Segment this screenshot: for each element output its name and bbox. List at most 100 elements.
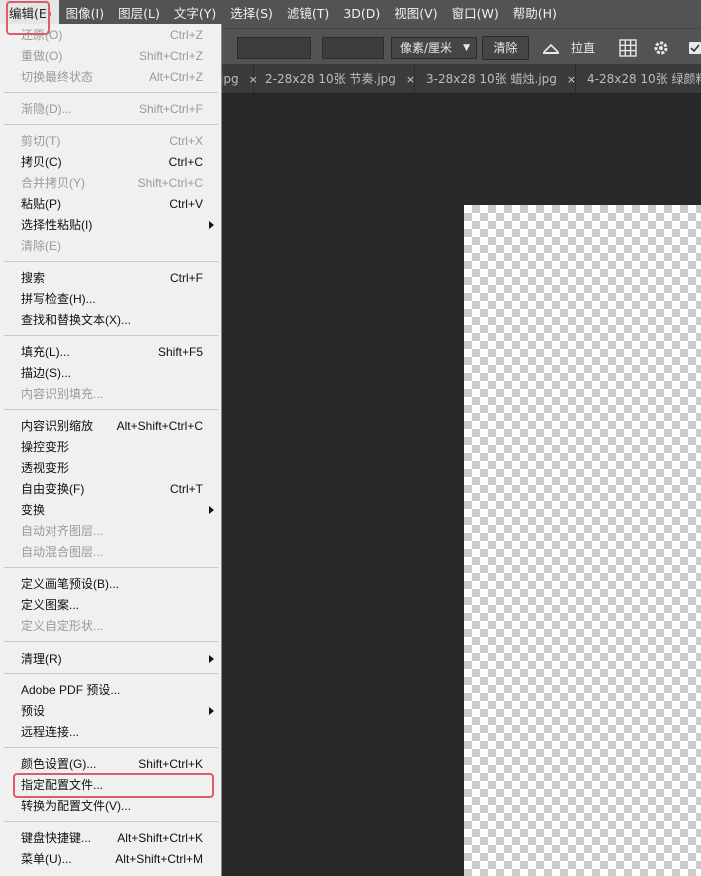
menu-item-shortcut: Ctrl+T: [170, 482, 203, 496]
menu-item-label: 操控变形: [21, 440, 70, 454]
menu-item[interactable]: 自由变换(F) Ctrl+T: [0, 479, 222, 500]
menu-item[interactable]: 颜色设置(G)... Shift+Ctrl+K: [0, 754, 222, 775]
menu-item-shortcut: Ctrl+Z: [170, 28, 203, 42]
menu-item[interactable]: 内容识别缩放 Alt+Shift+Ctrl+C: [0, 416, 222, 437]
menu-separator: [4, 261, 218, 262]
menu-item-shortcut: Shift+Ctrl+F: [138, 102, 203, 116]
menu-item: 重做(O) Shift+Ctrl+Z: [0, 46, 222, 67]
menu-item[interactable]: 远程连接...: [0, 722, 222, 743]
document-canvas[interactable]: [464, 205, 701, 876]
menu-item-label: 定义画笔预设(B)...: [21, 577, 119, 591]
menu-item-label: 填充(L)...: [21, 345, 70, 359]
menu-item-label: 搜索: [21, 271, 46, 285]
gear-icon[interactable]: [650, 37, 672, 59]
menu-item-label: 内容识别填充...: [21, 387, 104, 401]
menu-item[interactable]: 描边(S)...: [0, 363, 222, 384]
menu-item: 清除(E): [0, 236, 222, 257]
menu-item[interactable]: 指定配置文件...: [0, 775, 222, 796]
checkbox-icon[interactable]: [688, 37, 701, 59]
menu-item[interactable]: 搜索 Ctrl+F: [0, 268, 222, 289]
menu-help[interactable]: 帮助(H): [506, 0, 564, 28]
menu-item[interactable]: 预设: [0, 701, 222, 722]
menu-view[interactable]: 视图(V): [387, 0, 444, 28]
menu-3d[interactable]: 3D(D): [336, 0, 387, 28]
menu-window[interactable]: 窗口(W): [445, 0, 506, 28]
close-icon[interactable]: ×: [567, 73, 576, 86]
menu-item-label: 查找和替换文本(X)...: [21, 313, 131, 327]
menu-item-shortcut: Shift+F5: [157, 345, 203, 359]
unit-select-value: 像素/厘米: [400, 41, 453, 55]
menu-item-label: 渐隐(D)...: [21, 102, 72, 116]
straighten-label: 拉直: [571, 41, 596, 55]
menu-item[interactable]: 变换: [0, 500, 222, 521]
menu-item-label: 菜单(U)...: [21, 852, 72, 866]
menu-item-label: 拷贝(C): [21, 155, 62, 169]
menu-item[interactable]: 拼写检查(H)...: [0, 289, 222, 310]
width-input[interactable]: [237, 37, 311, 59]
menu-item-label: 转换为配置文件(V)...: [21, 799, 131, 813]
menu-select[interactable]: 选择(S): [223, 0, 280, 28]
menu-item-shortcut: Ctrl+C: [168, 155, 203, 169]
menu-item-label: 合并拷贝(Y): [21, 176, 85, 190]
menu-item-shortcut: Alt+Shift+Ctrl+C: [116, 419, 203, 433]
menu-item-shortcut: Shift+Ctrl+Z: [138, 49, 203, 63]
menu-item-label: 自动对齐图层...: [21, 524, 104, 538]
height-input[interactable]: [322, 37, 384, 59]
menu-item-label: 定义自定形状...: [21, 619, 104, 633]
tab-label: 3-28x28 10张 蜡烛.jpg: [426, 72, 557, 86]
menu-item-label: 键盘快捷键...: [21, 831, 92, 845]
close-icon[interactable]: ×: [406, 73, 415, 86]
menu-item-label: 清除(E): [21, 239, 61, 253]
menu-item[interactable]: 透视变形: [0, 458, 222, 479]
submenu-arrow-icon: [209, 707, 214, 715]
menu-item-shortcut: Shift+Ctrl+C: [137, 176, 203, 190]
menu-item[interactable]: 清理(R): [0, 649, 222, 670]
unit-select[interactable]: 像素/厘米 ▼: [391, 37, 477, 59]
menu-item[interactable]: 菜单(U)... Alt+Shift+Ctrl+M: [0, 849, 222, 870]
menu-item[interactable]: 拷贝(C) Ctrl+C: [0, 152, 222, 173]
menu-item-label: 远程连接...: [21, 725, 80, 739]
menu-item-shortcut: Ctrl+V: [169, 197, 203, 211]
menu-item[interactable]: 键盘快捷键... Alt+Shift+Ctrl+K: [0, 828, 222, 849]
menu-item-label: 切换最终状态: [21, 70, 94, 84]
submenu-arrow-icon: [209, 655, 214, 663]
tab-label: 4-28x28 10张 绿颜料: [587, 72, 701, 86]
menu-item: 定义自定形状...: [0, 616, 222, 637]
grid-icon[interactable]: [617, 37, 639, 59]
edit-menu-dropdown: 还原(O) Ctrl+Z 重做(O) Shift+Ctrl+Z 切换最终状态 Alt+Ct…: [0, 24, 222, 876]
clear-button[interactable]: 清除: [482, 36, 529, 60]
menu-item-label: 还原(O): [21, 28, 63, 42]
menu-item[interactable]: 选择性粘贴(I): [0, 215, 222, 236]
menu-item[interactable]: 粘贴(P) Ctrl+V: [0, 194, 222, 215]
menu-item[interactable]: 操控变形: [0, 437, 222, 458]
menu-item-label: 颜色设置(G)...: [21, 757, 97, 771]
menu-item-label: 粘贴(P): [21, 197, 61, 211]
menu-item[interactable]: 定义图案...: [0, 595, 222, 616]
menu-item[interactable]: 定义画笔预设(B)...: [0, 574, 222, 595]
menu-item-shortcut: Ctrl+F: [170, 271, 203, 285]
menu-item-label: 自动混合图层...: [21, 545, 104, 559]
menu-item-label: 透视变形: [21, 461, 70, 475]
menu-separator: [4, 124, 218, 125]
menu-item-shortcut: Alt+Ctrl+Z: [148, 70, 203, 84]
menu-filter[interactable]: 滤镜(T): [280, 0, 336, 28]
menu-item: 自动混合图层...: [0, 542, 222, 563]
tab-label: jpg: [220, 72, 239, 86]
menu-separator: [4, 821, 218, 822]
menu-item-label: 内容识别缩放: [21, 419, 94, 433]
tab-doc-4[interactable]: 4-28x28 10张 绿颜料: [577, 64, 701, 94]
tab-doc-2[interactable]: 2-28x28 10张 节奏.jpg ×: [255, 64, 415, 94]
chevron-down-icon: ▼: [463, 43, 470, 53]
menu-item[interactable]: 转换为配置文件(V)...: [0, 796, 222, 817]
straighten-icon[interactable]: [540, 37, 562, 59]
menu-item-label: 指定配置文件...: [21, 778, 104, 792]
menu-item-label: 清理(R): [21, 652, 62, 666]
menu-item-label: 重做(O): [21, 49, 63, 63]
menu-item-shortcut: Alt+Shift+Ctrl+M: [115, 852, 203, 866]
menu-item[interactable]: 填充(L)... Shift+F5: [0, 342, 222, 363]
menu-item: 还原(O) Ctrl+Z: [0, 25, 222, 46]
menu-item-shortcut: Ctrl+X: [169, 134, 203, 148]
menu-item[interactable]: 查找和替换文本(X)...: [0, 310, 222, 331]
tab-doc-3[interactable]: 3-28x28 10张 蜡烛.jpg ×: [416, 64, 576, 94]
menu-item[interactable]: Adobe PDF 预设...: [0, 680, 222, 701]
